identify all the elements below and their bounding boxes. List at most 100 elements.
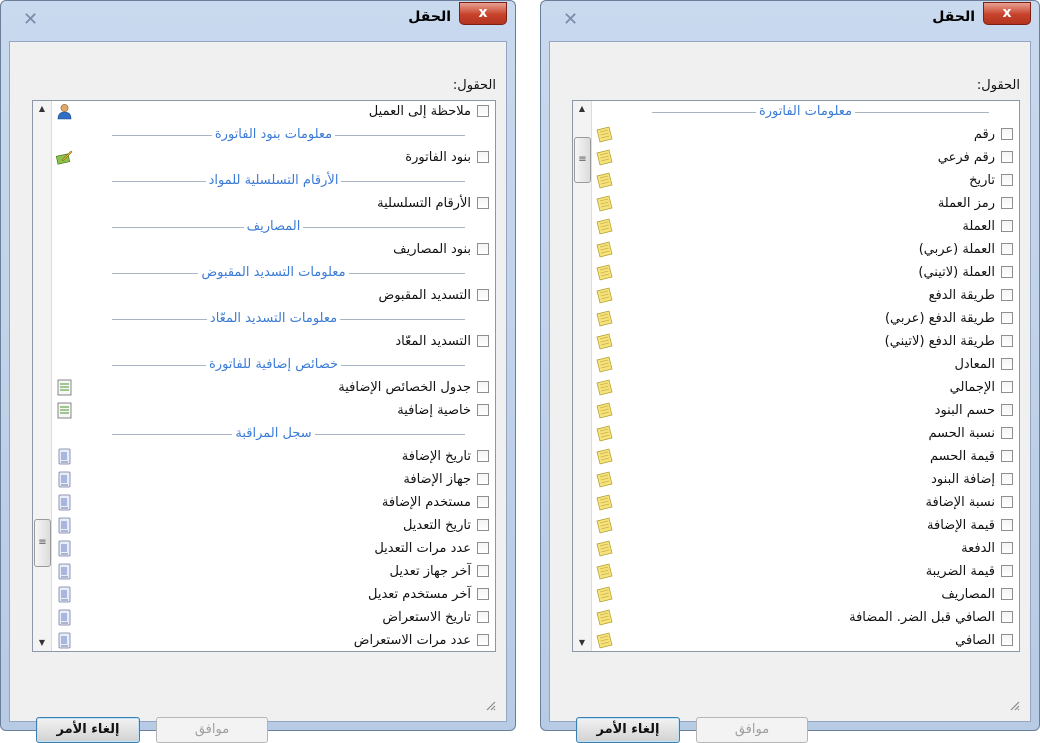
field-checkbox[interactable] — [1001, 519, 1013, 531]
field-row[interactable]: العملة (عربي) — [592, 239, 1019, 262]
field-row[interactable]: طريقة الدفع — [592, 285, 1019, 308]
field-checkbox[interactable] — [477, 404, 489, 416]
field-row[interactable]: عدد مرات الاستعراض — [52, 630, 495, 651]
field-row[interactable]: خاصية إضافية — [52, 400, 495, 423]
field-checkbox[interactable] — [1001, 565, 1013, 577]
field-checkbox[interactable] — [477, 289, 489, 301]
field-row[interactable]: عدد مرات التعديل — [52, 538, 495, 561]
field-checkbox[interactable] — [477, 496, 489, 508]
close-button[interactable]: x — [459, 2, 507, 25]
scroll-thumb[interactable]: ≡ — [34, 519, 51, 567]
field-row[interactable]: الدفعة — [592, 538, 1019, 561]
cancel-button[interactable]: إلغاء الأمر — [36, 717, 140, 743]
field-checkbox[interactable] — [1001, 151, 1013, 163]
close-button[interactable]: x — [983, 2, 1031, 25]
field-checkbox[interactable] — [1001, 611, 1013, 623]
field-checkbox[interactable] — [1001, 289, 1013, 301]
field-checkbox[interactable] — [1001, 312, 1013, 324]
field-row[interactable]: الصافي قبل الضر. المضافة — [592, 607, 1019, 630]
field-checkbox[interactable] — [1001, 404, 1013, 416]
field-row[interactable]: المصاريف — [592, 584, 1019, 607]
field-row[interactable]: رقم — [592, 124, 1019, 147]
scroll-thumb[interactable]: ≡ — [574, 137, 591, 183]
vertical-scrollbar[interactable]: ▲ ≡ ▼ — [33, 101, 52, 651]
field-row[interactable]: التسديد المعّاد — [52, 331, 495, 354]
field-checkbox[interactable] — [477, 381, 489, 393]
field-checkbox[interactable] — [477, 634, 489, 646]
field-checkbox[interactable] — [477, 611, 489, 623]
field-checkbox[interactable] — [1001, 381, 1013, 393]
field-row[interactable]: العملة — [592, 216, 1019, 239]
field-checkbox[interactable] — [1001, 542, 1013, 554]
ok-button[interactable]: موافق — [696, 717, 808, 743]
field-row[interactable]: تاريخ الإضافة — [52, 446, 495, 469]
field-row[interactable]: آخر مستخدم تعديل — [52, 584, 495, 607]
field-checkbox[interactable] — [1001, 197, 1013, 209]
field-row[interactable]: تاريخ — [592, 170, 1019, 193]
field-row[interactable]: الإجمالي — [592, 377, 1019, 400]
field-checkbox[interactable] — [1001, 243, 1013, 255]
vertical-scrollbar[interactable]: ▲ ≡ ▼ — [573, 101, 592, 651]
field-row[interactable]: نسبة الإضافة — [592, 492, 1019, 515]
ok-button[interactable]: موافق — [156, 717, 268, 743]
field-row[interactable]: رقم فرعي — [592, 147, 1019, 170]
cancel-button[interactable]: إلغاء الأمر — [576, 717, 680, 743]
field-checkbox[interactable] — [1001, 220, 1013, 232]
field-row[interactable]: طريقة الدفع (عربي) — [592, 308, 1019, 331]
title-bar[interactable]: ✕ الحقل x — [1, 1, 515, 41]
field-row[interactable]: الأرقام التسلسلية — [52, 193, 495, 216]
field-row[interactable]: ملاحظة إلى العميل — [52, 101, 495, 124]
field-row[interactable]: مستخدم الإضافة — [52, 492, 495, 515]
field-checkbox[interactable] — [477, 565, 489, 577]
field-checkbox[interactable] — [1001, 427, 1013, 439]
field-row[interactable]: بنود المصاريف — [52, 239, 495, 262]
field-row[interactable]: نسبة الحسم — [592, 423, 1019, 446]
field-row[interactable]: رمز العملة — [592, 193, 1019, 216]
field-checkbox[interactable] — [477, 473, 489, 485]
field-row[interactable]: قيمة الضريبة — [592, 561, 1019, 584]
field-checkbox[interactable] — [1001, 266, 1013, 278]
resize-grip-icon[interactable] — [484, 699, 496, 711]
field-row[interactable]: إضافة البنود — [592, 469, 1019, 492]
field-checkbox[interactable] — [477, 335, 489, 347]
field-row[interactable]: المعادل — [592, 354, 1019, 377]
field-checkbox[interactable] — [1001, 450, 1013, 462]
fields-list[interactable]: ▲ ≡ ▼ معلومات الفاتورة رقم رقم فرعي تاريخ رم… — [572, 100, 1020, 652]
field-row[interactable]: آخر جهاز تعديل — [52, 561, 495, 584]
field-row[interactable]: تاريخ التعديل — [52, 515, 495, 538]
field-checkbox[interactable] — [477, 450, 489, 462]
field-row[interactable]: قيمة الإضافة — [592, 515, 1019, 538]
field-row[interactable]: بنود الفاتورة — [52, 147, 495, 170]
field-checkbox[interactable] — [477, 151, 489, 163]
fields-list[interactable]: ▲ ≡ ▼ ملاحظة إلى العميل معلومات بنود الفا… — [32, 100, 496, 652]
title-bar[interactable]: ✕ الحقل x — [541, 1, 1039, 41]
field-checkbox[interactable] — [477, 243, 489, 255]
field-row[interactable]: تاريخ الاستعراض — [52, 607, 495, 630]
field-row[interactable]: الصافي — [592, 630, 1019, 651]
field-checkbox[interactable] — [1001, 473, 1013, 485]
field-row[interactable]: طريقة الدفع (لاتيني) — [592, 331, 1019, 354]
resize-grip-icon[interactable] — [1008, 699, 1020, 711]
field-checkbox[interactable] — [1001, 335, 1013, 347]
field-checkbox[interactable] — [1001, 588, 1013, 600]
field-checkbox[interactable] — [1001, 358, 1013, 370]
scroll-up-arrow-icon[interactable]: ▲ — [33, 101, 51, 117]
field-checkbox[interactable] — [1001, 634, 1013, 646]
field-checkbox[interactable] — [477, 519, 489, 531]
field-checkbox[interactable] — [477, 105, 489, 117]
field-row[interactable]: جهاز الإضافة — [52, 469, 495, 492]
field-row[interactable]: قيمة الحسم — [592, 446, 1019, 469]
field-checkbox[interactable] — [477, 197, 489, 209]
field-checkbox[interactable] — [1001, 128, 1013, 140]
scroll-up-arrow-icon[interactable]: ▲ — [573, 101, 591, 117]
field-row[interactable]: حسم البنود — [592, 400, 1019, 423]
field-row[interactable]: التسديد المقبوض — [52, 285, 495, 308]
field-row[interactable]: العملة (لاتيني) — [592, 262, 1019, 285]
field-checkbox[interactable] — [1001, 496, 1013, 508]
scroll-down-arrow-icon[interactable]: ▼ — [573, 635, 591, 651]
scroll-down-arrow-icon[interactable]: ▼ — [33, 635, 51, 651]
field-checkbox[interactable] — [477, 542, 489, 554]
field-checkbox[interactable] — [477, 588, 489, 600]
field-checkbox[interactable] — [1001, 174, 1013, 186]
field-row[interactable]: جدول الخصائص الإضافية — [52, 377, 495, 400]
